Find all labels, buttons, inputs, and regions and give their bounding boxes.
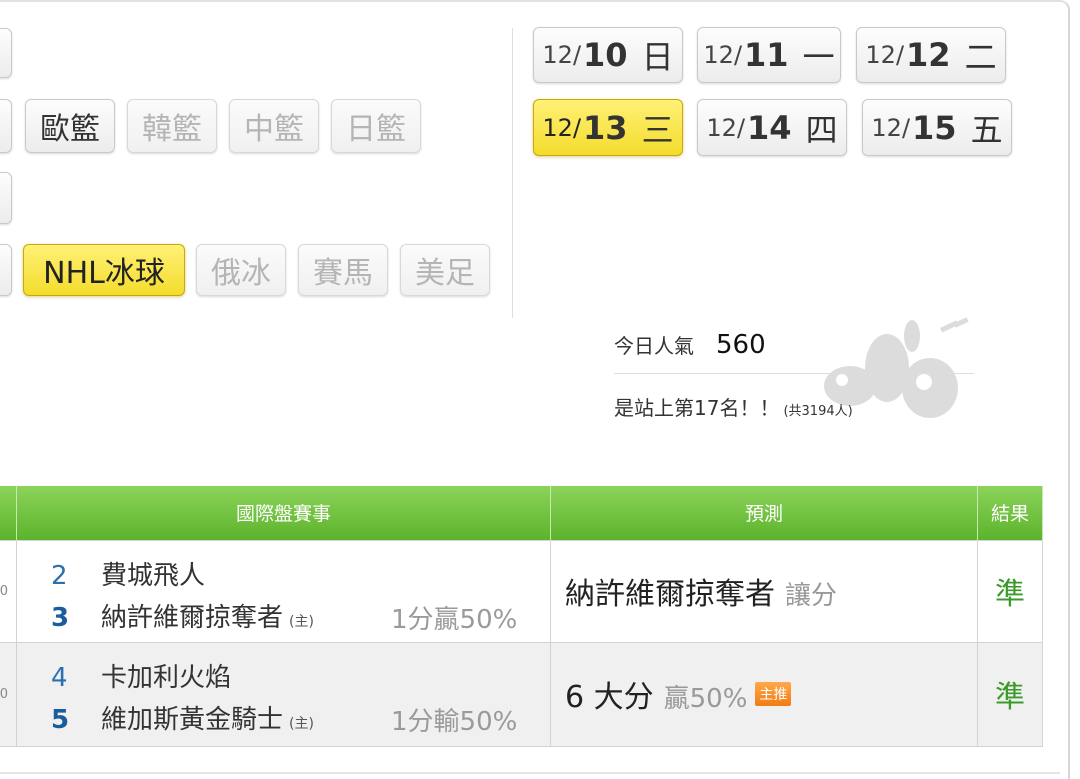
date-day: 14 bbox=[747, 108, 792, 147]
date-month: 12/ bbox=[865, 41, 905, 69]
date-button-12-11[interactable]: 12/11 一 bbox=[697, 27, 841, 83]
league-button-cut-2[interactable] bbox=[0, 99, 12, 153]
date-weekday: 四 bbox=[805, 110, 838, 149]
league-button-japan-basketball[interactable]: 日籃 bbox=[331, 99, 421, 153]
date-weekday: 三 bbox=[641, 110, 674, 149]
odds-text: 1分輸50% bbox=[391, 706, 518, 737]
table-header-row: 國際盤賽事 預測 結果 bbox=[0, 486, 1043, 540]
home-team-number: 5 bbox=[51, 704, 70, 735]
home-tag: (主) bbox=[289, 715, 314, 732]
league-button-cut-3[interactable] bbox=[0, 172, 12, 224]
total-users: (共3194人) bbox=[783, 404, 853, 419]
date-month: 12/ bbox=[703, 41, 743, 69]
home-team-name: 維加斯黃金騎士 bbox=[101, 704, 284, 735]
date-month: 12/ bbox=[542, 113, 582, 142]
home-tag: (主) bbox=[289, 613, 314, 630]
league-button-nhl[interactable]: NHL冰球 bbox=[23, 244, 185, 296]
away-team-number: 4 bbox=[51, 662, 68, 693]
prediction-main: 6 大分 bbox=[565, 680, 654, 715]
league-button-russia-hockey[interactable]: 俄冰 bbox=[196, 244, 286, 296]
prediction-main: 納許維爾掠奪者 bbox=[565, 577, 775, 612]
rank-text: 是站上第17名！！ bbox=[614, 396, 780, 420]
date-weekday: 日 bbox=[641, 38, 674, 76]
date-day: 11 bbox=[744, 36, 789, 74]
league-button-cut-1[interactable] bbox=[0, 28, 12, 78]
away-team-number: 2 bbox=[51, 560, 68, 591]
date-month: 12/ bbox=[706, 113, 746, 142]
table-row: 0 2 費城飛人 3 納許維爾掠奪者 (主) 1分贏50% 納許維爾掠奪者 讓分 準 bbox=[0, 539, 1043, 643]
date-day: 12 bbox=[906, 36, 951, 74]
home-team-name: 納許維爾掠奪者 bbox=[101, 602, 284, 633]
popularity-panel: 今日人氣 560 是站上第17名！！ (共3194人) bbox=[614, 330, 974, 421]
date-day: 15 bbox=[912, 108, 957, 147]
header-prediction: 預測 bbox=[550, 486, 978, 540]
date-weekday: 二 bbox=[964, 38, 997, 76]
top-pick-badge: 主推 bbox=[755, 682, 792, 706]
home-team: 5 維加斯黃金騎士 (主) bbox=[51, 699, 314, 736]
cut-cell: 0 bbox=[0, 539, 17, 643]
away-team: 2 費城飛人 bbox=[51, 555, 205, 592]
away-team-name: 費城飛人 bbox=[101, 560, 206, 591]
teams-cell: 2 費城飛人 3 納許維爾掠奪者 (主) 1分贏50% bbox=[16, 539, 551, 643]
popularity-count: 560 bbox=[716, 330, 766, 360]
prediction-sub: 贏50% bbox=[663, 684, 748, 714]
date-button-12-10[interactable]: 12/10 日 bbox=[533, 27, 683, 83]
date-weekday: 五 bbox=[970, 110, 1003, 149]
home-team-number: 3 bbox=[51, 602, 70, 633]
date-button-12-15[interactable]: 12/15 五 bbox=[862, 99, 1012, 156]
date-day: 10 bbox=[583, 36, 628, 74]
league-button-korea-basketball[interactable]: 韓籃 bbox=[127, 99, 217, 153]
league-button-horse-racing[interactable]: 賽馬 bbox=[298, 244, 388, 296]
result-cell: 準 bbox=[977, 641, 1043, 747]
result-cell: 準 bbox=[977, 539, 1043, 643]
games-table: 國際盤賽事 預測 結果 0 2 費城飛人 3 納許維爾掠奪者 (主) 1分贏50% 納… bbox=[0, 486, 1043, 747]
away-team: 4 卡加利火焰 bbox=[51, 657, 231, 694]
teams-cell: 4 卡加利火焰 5 維加斯黃金騎士 (主) 1分輸50% bbox=[16, 641, 551, 747]
header-event: 國際盤賽事 bbox=[16, 486, 551, 540]
header-cut bbox=[0, 486, 17, 540]
date-month: 12/ bbox=[542, 41, 582, 69]
prediction-sub: 讓分 bbox=[785, 581, 838, 611]
league-button-us-football[interactable]: 美足 bbox=[400, 244, 490, 296]
date-button-12-12[interactable]: 12/12 二 bbox=[856, 27, 1006, 83]
table-row: 0 4 卡加利火焰 5 維加斯黃金騎士 (主) 1分輸50% 6 大分 贏50% 主推 準 bbox=[0, 641, 1043, 747]
popularity-rank: 是站上第17名！！ (共3194人) bbox=[614, 392, 974, 421]
bottom-divider bbox=[0, 772, 1060, 774]
prediction-cell: 6 大分 贏50% 主推 bbox=[550, 641, 978, 747]
header-result: 結果 bbox=[977, 486, 1043, 540]
home-team: 3 納許維爾掠奪者 (主) bbox=[51, 597, 314, 634]
league-button-china-basketball[interactable]: 中籃 bbox=[229, 99, 319, 153]
odds-text: 1分贏50% bbox=[391, 604, 518, 635]
column-divider bbox=[512, 28, 513, 318]
away-team-name: 卡加利火焰 bbox=[101, 662, 232, 693]
date-month: 12/ bbox=[871, 113, 911, 142]
date-button-12-14[interactable]: 12/14 四 bbox=[697, 99, 847, 156]
league-button-euro-basketball[interactable]: 歐籃 bbox=[25, 99, 115, 153]
date-button-12-13[interactable]: 12/13 三 bbox=[533, 99, 683, 156]
date-day: 13 bbox=[583, 108, 628, 147]
prediction-cell: 納許維爾掠奪者 讓分 bbox=[550, 539, 978, 643]
popularity-count-row: 今日人氣 560 bbox=[614, 330, 974, 374]
date-weekday: 一 bbox=[802, 38, 835, 76]
league-button-cut-4[interactable] bbox=[0, 244, 12, 296]
popularity-label: 今日人氣 bbox=[614, 334, 694, 358]
cut-cell: 0 bbox=[0, 641, 17, 747]
